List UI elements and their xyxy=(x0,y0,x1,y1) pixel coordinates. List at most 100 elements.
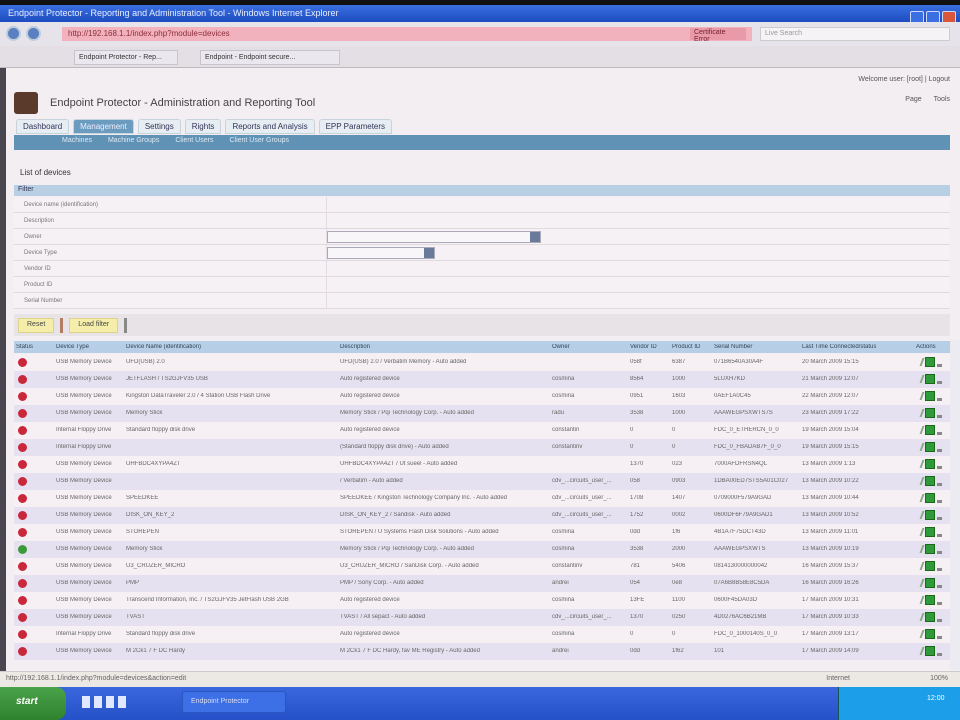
edit-icon[interactable] xyxy=(916,409,925,417)
delete-icon[interactable] xyxy=(937,397,942,401)
delete-icon[interactable] xyxy=(937,533,942,537)
table-row[interactable]: Internal Floppy Drive Standard floppy dis… xyxy=(14,626,950,643)
edit-icon[interactable] xyxy=(916,647,925,655)
rights-icon[interactable] xyxy=(925,374,935,384)
subnav-machines[interactable]: Machines xyxy=(62,137,92,150)
tab-management[interactable]: Management xyxy=(73,119,134,134)
table-row[interactable]: USB Memory Device / Verbatim - Auto added… xyxy=(14,473,950,490)
rights-icon[interactable] xyxy=(925,493,935,503)
edit-icon[interactable] xyxy=(916,528,925,536)
subnav-client-user-groups[interactable]: Client User Groups xyxy=(229,137,289,150)
delete-icon[interactable] xyxy=(937,363,942,367)
table-row[interactable]: USB Memory Device UHFBDC4XYPA4ZT UHFBDC4XY… xyxy=(14,456,950,473)
column-header[interactable]: Actions xyxy=(916,344,950,350)
search-input[interactable]: Live Search xyxy=(760,27,950,41)
delete-icon[interactable] xyxy=(937,414,942,418)
column-header[interactable]: Device Name (identification) xyxy=(126,344,340,350)
rights-icon[interactable] xyxy=(925,442,935,452)
table-row[interactable]: Internal Floppy Drive (Standard floppy di… xyxy=(14,439,950,456)
browser-tab[interactable]: Endpoint - Endpoint secure... xyxy=(200,50,340,65)
rights-icon[interactable] xyxy=(925,527,935,537)
rights-icon[interactable] xyxy=(925,578,935,588)
table-row[interactable]: USB Memory Device STOREPEN STOREPEN / U Sy… xyxy=(14,524,950,541)
owner-select[interactable] xyxy=(327,231,541,243)
tab-settings[interactable]: Settings xyxy=(137,119,181,134)
quicklaunch-icon[interactable] xyxy=(118,696,126,708)
rights-icon[interactable] xyxy=(925,646,935,656)
table-row[interactable]: USB Memory Device DISK_ON_KEY_2 DISK_ON_KE… xyxy=(14,507,950,524)
quicklaunch-icon[interactable] xyxy=(94,696,102,708)
rights-icon[interactable] xyxy=(925,612,935,622)
delete-icon[interactable] xyxy=(937,482,942,486)
table-row[interactable]: USB Memory Device UFD(USB) 2.0 UFD(USB) 2.… xyxy=(14,354,950,371)
certificate-error-button[interactable]: Certificate Error xyxy=(690,28,746,43)
tab-dashboard[interactable]: Dashboard xyxy=(16,119,70,134)
rights-icon[interactable] xyxy=(925,561,935,571)
device-type-select[interactable] xyxy=(327,247,435,259)
column-header[interactable]: Product ID xyxy=(672,344,714,350)
edit-icon[interactable] xyxy=(916,562,925,570)
edit-icon[interactable] xyxy=(916,494,925,502)
edit-icon[interactable] xyxy=(916,358,925,366)
rights-icon[interactable] xyxy=(925,476,935,486)
address-input[interactable]: http://192.168.1.1/index.php?module=devi… xyxy=(62,27,752,41)
serial-number-input[interactable] xyxy=(326,293,950,308)
forward-button[interactable] xyxy=(26,26,41,41)
table-row[interactable]: USB Memory Device Memory Stick Memory Stic… xyxy=(14,541,950,558)
column-header[interactable]: Last Time Connected/status xyxy=(802,344,914,350)
edit-icon[interactable] xyxy=(916,545,925,553)
table-row[interactable]: USB Memory Device JETFLASH / TS2GJFV35 US… xyxy=(14,371,950,388)
table-row[interactable]: USB Memory Device Kingston DataTraveler 2… xyxy=(14,388,950,405)
table-row[interactable]: USB Memory Device Transcend Information, … xyxy=(14,592,950,609)
table-row[interactable]: USB Memory Device M 2Ck1 7 F DC Hardy M 2C… xyxy=(14,643,950,660)
table-row[interactable]: USB Memory Device SPEEDKEE SPEEDKEE / King… xyxy=(14,490,950,507)
delete-icon[interactable] xyxy=(937,652,942,656)
delete-icon[interactable] xyxy=(937,431,942,435)
table-row[interactable]: USB Memory Device TVAST TVAST / All sepact… xyxy=(14,609,950,626)
reset-button[interactable]: Reset xyxy=(18,317,55,333)
delete-icon[interactable] xyxy=(937,567,942,571)
column-header[interactable]: Description xyxy=(340,344,552,350)
edit-icon[interactable] xyxy=(916,596,925,604)
rights-icon[interactable] xyxy=(925,391,935,401)
delete-icon[interactable] xyxy=(937,618,942,622)
delete-icon[interactable] xyxy=(937,550,942,554)
load-filter-button[interactable]: Load filter xyxy=(69,317,119,333)
column-header[interactable]: Serial Number xyxy=(714,344,802,350)
column-header[interactable]: Status xyxy=(16,344,52,350)
rights-icon[interactable] xyxy=(925,459,935,469)
rights-icon[interactable] xyxy=(925,425,935,435)
product-id-input[interactable] xyxy=(326,277,950,292)
subnav-machine-groups[interactable]: Machine Groups xyxy=(108,137,159,150)
edit-icon[interactable] xyxy=(916,426,925,434)
table-row[interactable]: USB Memory Device PMP PMP / Sony Corp. - A… xyxy=(14,575,950,592)
rights-icon[interactable] xyxy=(925,408,935,418)
tools-menu[interactable]: Tools xyxy=(934,96,950,103)
edit-icon[interactable] xyxy=(916,392,925,400)
rights-icon[interactable] xyxy=(925,544,935,554)
vertical-scrollbar[interactable] xyxy=(950,340,960,670)
quicklaunch-icon[interactable] xyxy=(106,696,114,708)
edit-icon[interactable] xyxy=(916,511,925,519)
device-name-input[interactable] xyxy=(326,197,950,212)
description-input[interactable] xyxy=(326,213,950,228)
edit-icon[interactable] xyxy=(916,375,925,383)
tab-epp-parameters[interactable]: EPP Parameters xyxy=(318,119,393,134)
filter-header[interactable]: Filter xyxy=(14,185,950,196)
edit-icon[interactable] xyxy=(916,460,925,468)
welcome-text[interactable]: Welcome user: [root] | Logout xyxy=(858,76,950,83)
zoom-level[interactable]: 100% xyxy=(930,675,948,682)
rights-icon[interactable] xyxy=(925,510,935,520)
rights-icon[interactable] xyxy=(925,629,935,639)
tab-reports[interactable]: Reports and Analysis xyxy=(225,119,315,134)
quicklaunch-icon[interactable] xyxy=(82,696,90,708)
table-row[interactable]: Internal Floppy Drive Standard floppy dis… xyxy=(14,422,950,439)
delete-icon[interactable] xyxy=(937,601,942,605)
delete-icon[interactable] xyxy=(937,584,942,588)
column-header[interactable]: Device Type xyxy=(56,344,126,350)
column-header[interactable]: Owner xyxy=(552,344,630,350)
delete-icon[interactable] xyxy=(937,499,942,503)
column-header[interactable]: Vendor ID xyxy=(630,344,672,350)
table-row[interactable]: USB Memory Device Memory Stick Memory Stic… xyxy=(14,405,950,422)
delete-icon[interactable] xyxy=(937,465,942,469)
